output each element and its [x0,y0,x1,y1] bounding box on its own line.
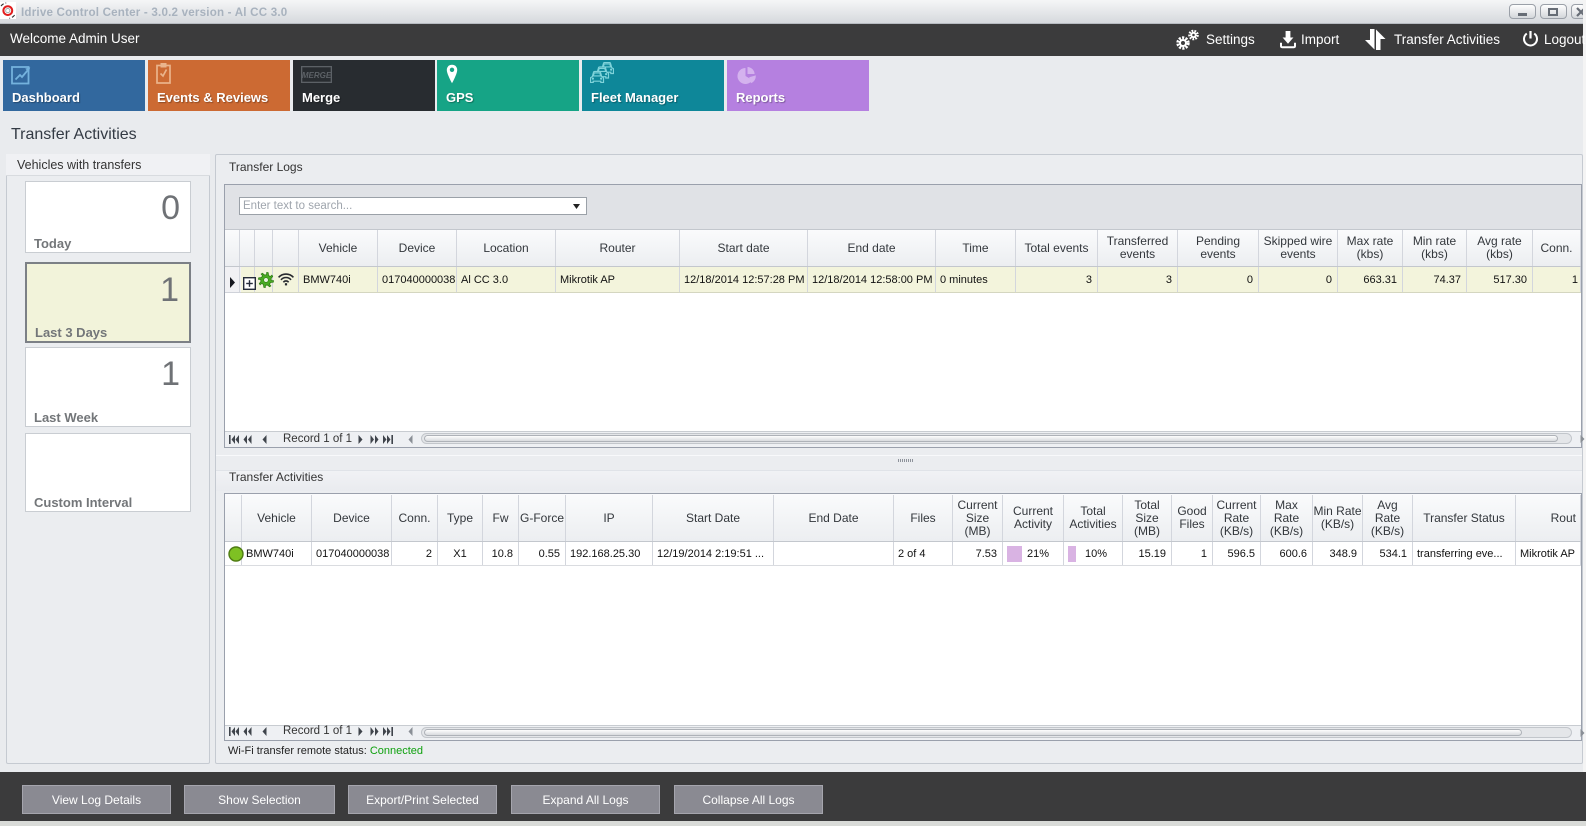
svg-text:MERGE: MERGE [302,71,332,80]
